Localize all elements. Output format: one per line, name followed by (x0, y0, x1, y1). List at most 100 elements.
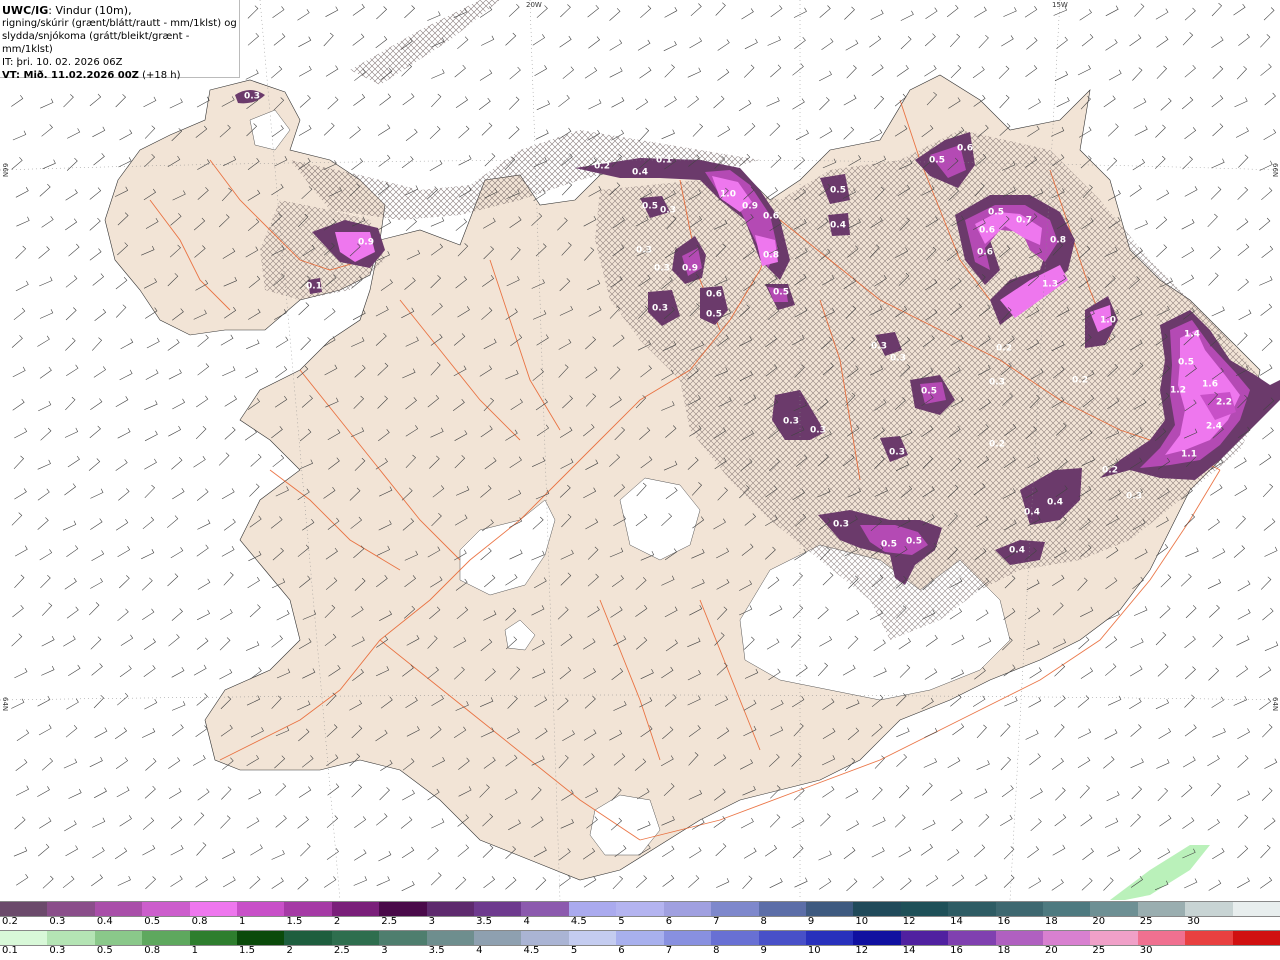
precip-value-label: 0.2 (1072, 376, 1088, 386)
precip-value-label: 0.8 (1050, 236, 1066, 246)
legend-rain: 0.1 0.3 0.5 0.8 1 1.5 2 2.5 3 3.5 4 4.5 5 6 7 8 9 10 12 14 1… (0, 930, 1280, 960)
precip-value-label: 0.3 (636, 246, 652, 256)
legend-snow-label: 12 (902, 916, 916, 927)
precip-value-label: 0.3 (652, 304, 668, 314)
legend-snow-label: 3 (428, 916, 436, 927)
legend-snow-swatch (663, 902, 712, 916)
legend-rain-label: 2.5 (333, 945, 350, 956)
precip-value-label: 1.0 (1100, 316, 1116, 326)
precip-value-label: 0.3 (810, 426, 826, 436)
legend-rain-swatch (142, 931, 190, 945)
legend-snow-swatch (616, 902, 664, 916)
precip-value-label: 0.2 (1102, 466, 1118, 476)
legend-rain-label: 3 (381, 945, 388, 956)
legend-snow-label: 20 (1092, 916, 1106, 927)
legend-snow-swatch (995, 902, 1043, 916)
legend-rain-swatch (711, 931, 759, 945)
precip-value-label: 0.4 (830, 221, 846, 231)
legend-snow-label: 0.4 (96, 916, 113, 927)
legend-rain-label: 9 (760, 945, 767, 956)
precip-value-label: 0.5 (906, 537, 922, 547)
precip-value-label: 0.6 (977, 248, 993, 258)
precip-value-label: 0.3 (654, 264, 670, 274)
precip-value-label: 0.3 (871, 342, 887, 352)
precip-value-label: 0.5 (706, 310, 722, 320)
legend-snow-label: 4.5 (570, 916, 587, 927)
precip-value-label: 1.0 (720, 190, 736, 200)
precip-value-label: 1.4 (1184, 330, 1200, 340)
map-info-box: UWC/IG: Vindur (10m), rigning/skúrir (gr… (0, 0, 240, 81)
precip-value-label: 0.9 (742, 202, 758, 212)
legend-rain-label: 12 (855, 945, 869, 956)
legend-snow-label: 1 (239, 916, 246, 927)
precip-value-label: 0.6 (979, 226, 995, 236)
legend-snow-label: 2.5 (381, 916, 398, 927)
precip-value-label: 1.3 (1042, 280, 1058, 290)
precip-value-label: 0.4 (1047, 498, 1063, 508)
legend-rain-swatch (805, 931, 854, 945)
legend-rain-swatch (521, 931, 569, 945)
legend-snow-swatch (47, 902, 95, 916)
lat-label-66n-right: 66N (1271, 163, 1279, 178)
legend-snow-label: 6 (665, 916, 673, 927)
legend-rain-label: 3.5 (428, 945, 445, 956)
legend-snow-label: 30 (1187, 916, 1200, 927)
info-line2: rigning/skúrir (grænt/blátt/rautt - mm/1… (2, 18, 237, 29)
legend-snow-label: 10 (855, 916, 869, 927)
info-line5-bold: VT: Mið. 11.02.2026 00Z (2, 70, 139, 81)
legend-snow: 0.2 0.3 0.4 0.5 0.8 1 1.5 2 2.5 3 3.5 4 4.5 5 6 7 8 9 10 12… (0, 901, 1280, 931)
legend-rain-labels: 0.1 0.3 0.5 0.8 1 1.5 2 2.5 3 3.5 4 4.5 5 6 7 8 9 10 12 14 1… (0, 944, 1280, 958)
legend-snow-label: 2 (333, 916, 341, 927)
lon-label-15w: 15W (1052, 1, 1068, 9)
legend-rain-swatch (853, 931, 901, 945)
precip-value-label: 0.4 (1024, 508, 1040, 518)
precip-value-label: 1.6 (1202, 380, 1218, 390)
legend-rain-swatch (663, 931, 712, 945)
map-canvas[interactable]: 0.30.20.40.11.00.90.60.5 0.30.30.3 0.90.80… (0, 0, 1280, 900)
legend-snow-swatch (1232, 902, 1280, 916)
precip-value-label: 0.2 (594, 162, 610, 172)
legend-rain-swatch (426, 931, 475, 945)
precip-value-label: 0.5 (881, 540, 897, 550)
legend-rain-label: 20 (1044, 945, 1058, 956)
precip-value-label: 1.1 (1181, 450, 1197, 460)
legend-snow-label: 0.2 (2, 916, 18, 927)
legend-rain-swatch (568, 931, 617, 945)
precip-value-label: 0.5 (642, 202, 658, 212)
precip-value-label: 0.5 (929, 156, 945, 166)
legend-snow-label: 7 (713, 916, 720, 927)
legend-snow-label: 25 (1139, 916, 1153, 927)
precip-value-label: 0.5 (773, 288, 789, 298)
legend-rain-label: 0.3 (49, 945, 66, 956)
legend-snow-label: 0.8 (191, 916, 208, 927)
legend-snow-swatch (521, 902, 569, 916)
precip-value-label: 0.5 (988, 208, 1004, 218)
legend-rain-label: 14 (902, 945, 916, 956)
precip-value-label: 0.4 (632, 168, 648, 178)
precip-value-label: 0.5 (830, 186, 846, 196)
legend-snow-label: 16 (997, 916, 1011, 927)
legend-rain-swatch (284, 931, 332, 945)
legend-rain-label: 10 (807, 945, 821, 956)
precip-value-label: 0.9 (682, 264, 698, 274)
precip-value-label: 0.3 (1126, 492, 1142, 502)
info-title-bold: UWC/IG (2, 4, 49, 17)
precip-value-label: 0.3 (660, 206, 676, 216)
legend-rain-label: 4 (476, 945, 483, 956)
legend-snow-label: 5 (618, 916, 625, 927)
precip-value-label: 0.3 (783, 417, 799, 427)
info-title-rest: : Vindur (10m), (48, 4, 132, 17)
lat-label-64n-left: 64N (1, 697, 9, 712)
precip-value-label: 0.6 (957, 144, 973, 154)
precip-value-label: 0.3 (833, 520, 849, 530)
lon-label-20w: 20W (526, 1, 542, 9)
precip-value-label: 0.4 (1009, 546, 1025, 556)
legend-snow-swatch (1137, 902, 1186, 916)
legend-rain-swatch (1232, 931, 1280, 945)
legend-rain-swatch (189, 931, 238, 945)
precip-value-label: 0.3 (989, 378, 1005, 388)
legend-snow-swatch (1090, 902, 1138, 916)
legend-snow-swatch (189, 902, 238, 916)
legend-snow-swatch (331, 902, 380, 916)
weather-map[interactable]: 0.3 0.2 0.4 0.1 1.0 0.9 0.6 0.5 0.3 0.3 0.3 0.9 0.8 0… (0, 0, 1280, 900)
